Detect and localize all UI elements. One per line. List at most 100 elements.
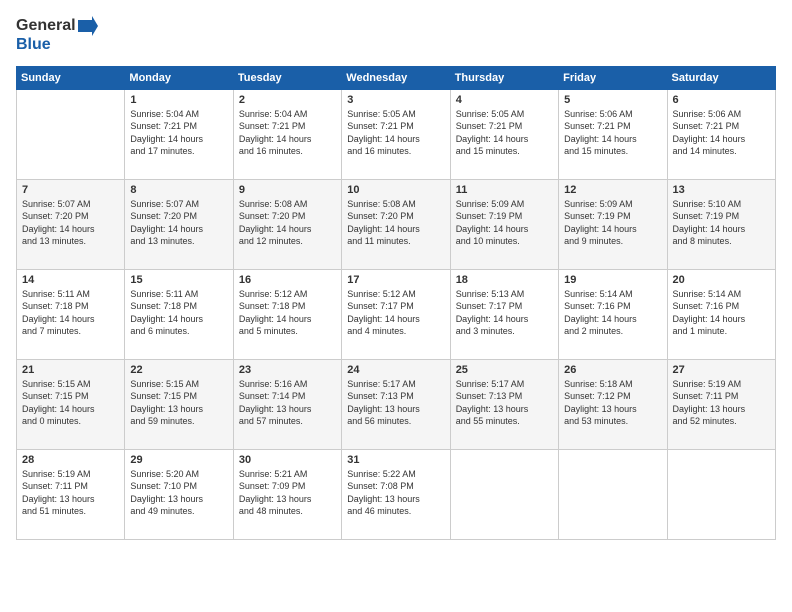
- day-number: 6: [673, 94, 770, 106]
- day-number: 28: [22, 454, 119, 466]
- day-number: 21: [22, 364, 119, 376]
- calendar-cell: 23 Sunrise: 5:16 AM Sunset: 7:14 PM Dayli…: [233, 359, 341, 449]
- logo-text: General Blue: [16, 16, 98, 54]
- calendar-cell: 4Sunrise: 5:05 AM Sunset: 7:21 PM Daylig…: [450, 89, 558, 179]
- calendar-cell: 30 Sunrise: 5:21 AM Sunset: 7:09 PM Dayli…: [233, 449, 341, 539]
- day-number: 3: [347, 94, 444, 106]
- calendar-cell: [559, 449, 667, 539]
- day-number: 26: [564, 364, 661, 376]
- calendar-cell: 1 Sunrise: 5:04 AM Sunset: 7:21 PM Daylig…: [125, 89, 233, 179]
- day-number: 19: [564, 274, 661, 286]
- day-info: Sunrise: 5:11 AM Sunset: 7:18 PM Dayligh…: [22, 288, 119, 338]
- day-number: 31: [347, 454, 444, 466]
- calendar-cell: 25 Sunrise: 5:17 AM Sunset: 7:13 PM Dayli…: [450, 359, 558, 449]
- week-row-4: 21 Sunrise: 5:15 AM Sunset: 7:15 PM Dayli…: [17, 359, 776, 449]
- column-header-wednesday: Wednesday: [342, 66, 450, 89]
- day-info: Sunrise: 5:18 AM Sunset: 7:12 PM Dayligh…: [564, 378, 661, 428]
- calendar-cell: 10 Sunrise: 5:08 AM Sunset: 7:20 PM Dayli…: [342, 179, 450, 269]
- day-number: 22: [130, 364, 227, 376]
- day-number: 18: [456, 274, 553, 286]
- day-info: Sunrise: 5:10 AM Sunset: 7:19 PM Dayligh…: [673, 198, 770, 248]
- page-header: General Blue: [16, 16, 776, 54]
- calendar-cell: 17Sunrise: 5:12 AM Sunset: 7:17 PM Dayli…: [342, 269, 450, 359]
- day-info: Sunrise: 5:05 AM Sunset: 7:21 PM Dayligh…: [347, 108, 444, 158]
- day-info: Sunrise: 5:08 AM Sunset: 7:20 PM Dayligh…: [347, 198, 444, 248]
- calendar-cell: 3 Sunrise: 5:05 AM Sunset: 7:21 PM Daylig…: [342, 89, 450, 179]
- day-number: 10: [347, 184, 444, 196]
- day-info: Sunrise: 5:08 AM Sunset: 7:20 PM Dayligh…: [239, 198, 336, 248]
- week-row-3: 14 Sunrise: 5:11 AM Sunset: 7:18 PM Dayli…: [17, 269, 776, 359]
- calendar-cell: 20Sunrise: 5:14 AM Sunset: 7:16 PM Dayli…: [667, 269, 775, 359]
- calendar-cell: 31 Sunrise: 5:22 AM Sunset: 7:08 PM Dayli…: [342, 449, 450, 539]
- calendar-cell: 24Sunrise: 5:17 AM Sunset: 7:13 PM Dayli…: [342, 359, 450, 449]
- day-info: Sunrise: 5:11 AM Sunset: 7:18 PM Dayligh…: [130, 288, 227, 338]
- day-number: 20: [673, 274, 770, 286]
- calendar-cell: 15 Sunrise: 5:11 AM Sunset: 7:18 PM Dayli…: [125, 269, 233, 359]
- day-number: 16: [239, 274, 336, 286]
- day-number: 29: [130, 454, 227, 466]
- calendar-cell: 13Sunrise: 5:10 AM Sunset: 7:19 PM Dayli…: [667, 179, 775, 269]
- day-number: 2: [239, 94, 336, 106]
- day-number: 5: [564, 94, 661, 106]
- day-info: Sunrise: 5:05 AM Sunset: 7:21 PM Dayligh…: [456, 108, 553, 158]
- day-number: 23: [239, 364, 336, 376]
- day-info: Sunrise: 5:07 AM Sunset: 7:20 PM Dayligh…: [130, 198, 227, 248]
- day-info: Sunrise: 5:09 AM Sunset: 7:19 PM Dayligh…: [564, 198, 661, 248]
- day-number: 27: [673, 364, 770, 376]
- day-info: Sunrise: 5:04 AM Sunset: 7:21 PM Dayligh…: [130, 108, 227, 158]
- week-row-1: 1 Sunrise: 5:04 AM Sunset: 7:21 PM Daylig…: [17, 89, 776, 179]
- column-header-monday: Monday: [125, 66, 233, 89]
- calendar-cell: 9 Sunrise: 5:08 AM Sunset: 7:20 PM Daylig…: [233, 179, 341, 269]
- day-number: 25: [456, 364, 553, 376]
- day-info: Sunrise: 5:20 AM Sunset: 7:10 PM Dayligh…: [130, 468, 227, 518]
- day-info: Sunrise: 5:13 AM Sunset: 7:17 PM Dayligh…: [456, 288, 553, 338]
- calendar-cell: 6Sunrise: 5:06 AM Sunset: 7:21 PM Daylig…: [667, 89, 775, 179]
- calendar-cell: 8 Sunrise: 5:07 AM Sunset: 7:20 PM Daylig…: [125, 179, 233, 269]
- week-row-5: 28 Sunrise: 5:19 AM Sunset: 7:11 PM Dayli…: [17, 449, 776, 539]
- calendar-cell: 21 Sunrise: 5:15 AM Sunset: 7:15 PM Dayli…: [17, 359, 125, 449]
- calendar-cell: 16Sunrise: 5:12 AM Sunset: 7:18 PM Dayli…: [233, 269, 341, 359]
- calendar-cell: 22 Sunrise: 5:15 AM Sunset: 7:15 PM Dayli…: [125, 359, 233, 449]
- day-info: Sunrise: 5:21 AM Sunset: 7:09 PM Dayligh…: [239, 468, 336, 518]
- day-number: 1: [130, 94, 227, 106]
- column-header-sunday: Sunday: [17, 66, 125, 89]
- calendar-cell: 27Sunrise: 5:19 AM Sunset: 7:11 PM Dayli…: [667, 359, 775, 449]
- day-info: Sunrise: 5:14 AM Sunset: 7:16 PM Dayligh…: [564, 288, 661, 338]
- day-number: 8: [130, 184, 227, 196]
- calendar-cell: 7Sunrise: 5:07 AM Sunset: 7:20 PM Daylig…: [17, 179, 125, 269]
- column-header-thursday: Thursday: [450, 66, 558, 89]
- day-number: 15: [130, 274, 227, 286]
- calendar-cell: 19 Sunrise: 5:14 AM Sunset: 7:16 PM Dayli…: [559, 269, 667, 359]
- logo: General Blue: [16, 16, 98, 54]
- day-info: Sunrise: 5:04 AM Sunset: 7:21 PM Dayligh…: [239, 108, 336, 158]
- calendar-cell: 5 Sunrise: 5:06 AM Sunset: 7:21 PM Daylig…: [559, 89, 667, 179]
- calendar-cell: [17, 89, 125, 179]
- logo-general: General: [16, 17, 76, 35]
- day-info: Sunrise: 5:17 AM Sunset: 7:13 PM Dayligh…: [347, 378, 444, 428]
- day-info: Sunrise: 5:15 AM Sunset: 7:15 PM Dayligh…: [22, 378, 119, 428]
- day-info: Sunrise: 5:12 AM Sunset: 7:17 PM Dayligh…: [347, 288, 444, 338]
- calendar-cell: 14 Sunrise: 5:11 AM Sunset: 7:18 PM Dayli…: [17, 269, 125, 359]
- day-info: Sunrise: 5:15 AM Sunset: 7:15 PM Dayligh…: [130, 378, 227, 428]
- calendar-cell: [450, 449, 558, 539]
- day-info: Sunrise: 5:09 AM Sunset: 7:19 PM Dayligh…: [456, 198, 553, 248]
- calendar-cell: 18 Sunrise: 5:13 AM Sunset: 7:17 PM Dayli…: [450, 269, 558, 359]
- day-number: 11: [456, 184, 553, 196]
- column-header-friday: Friday: [559, 66, 667, 89]
- day-info: Sunrise: 5:19 AM Sunset: 7:11 PM Dayligh…: [22, 468, 119, 518]
- day-info: Sunrise: 5:17 AM Sunset: 7:13 PM Dayligh…: [456, 378, 553, 428]
- logo-arrow-icon: [78, 16, 98, 36]
- day-info: Sunrise: 5:22 AM Sunset: 7:08 PM Dayligh…: [347, 468, 444, 518]
- calendar-cell: 12Sunrise: 5:09 AM Sunset: 7:19 PM Dayli…: [559, 179, 667, 269]
- day-info: Sunrise: 5:06 AM Sunset: 7:21 PM Dayligh…: [564, 108, 661, 158]
- calendar-cell: 26 Sunrise: 5:18 AM Sunset: 7:12 PM Dayli…: [559, 359, 667, 449]
- calendar-cell: 2 Sunrise: 5:04 AM Sunset: 7:21 PM Daylig…: [233, 89, 341, 179]
- calendar-cell: 29 Sunrise: 5:20 AM Sunset: 7:10 PM Dayli…: [125, 449, 233, 539]
- day-info: Sunrise: 5:07 AM Sunset: 7:20 PM Dayligh…: [22, 198, 119, 248]
- day-info: Sunrise: 5:16 AM Sunset: 7:14 PM Dayligh…: [239, 378, 336, 428]
- day-number: 9: [239, 184, 336, 196]
- day-number: 14: [22, 274, 119, 286]
- column-header-saturday: Saturday: [667, 66, 775, 89]
- day-number: 30: [239, 454, 336, 466]
- calendar-cell: 28 Sunrise: 5:19 AM Sunset: 7:11 PM Dayli…: [17, 449, 125, 539]
